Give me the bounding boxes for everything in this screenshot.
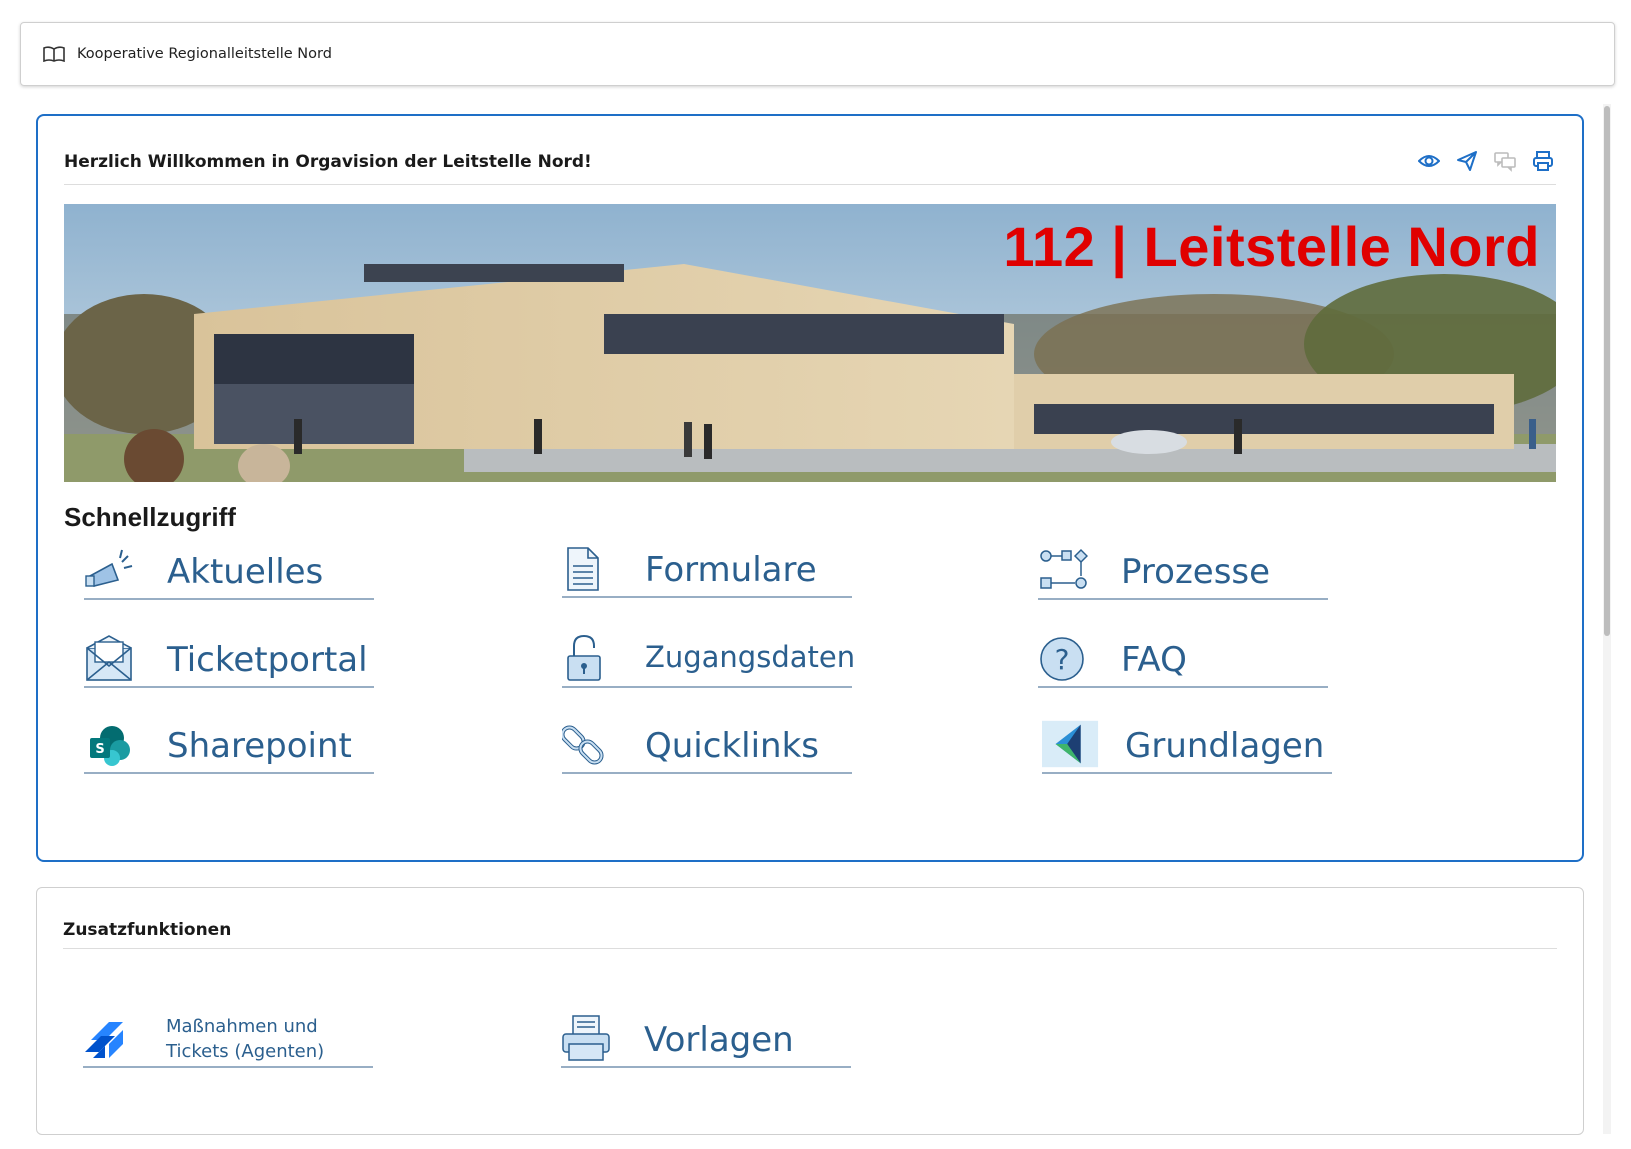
megaphone-icon (85, 549, 133, 587)
extras-panel-header: Zusatzfunktionen (63, 904, 1557, 949)
tile-label: Zugangsdaten (645, 640, 856, 674)
breadcrumb-title[interactable]: Kooperative Regionalleitstelle Nord (77, 46, 332, 62)
tile-label: Quicklinks (645, 726, 819, 766)
tile-label: FAQ (1121, 640, 1187, 680)
question-icon: ? (1040, 637, 1084, 681)
tile-label: Maßnahmen und Tickets (Agenten) (166, 1016, 325, 1062)
jira-icon (85, 1022, 123, 1058)
welcome-panel-header: Herzlich Willkommen in Orgavision der Le… (64, 136, 1556, 185)
chain-link-icon (562, 725, 604, 765)
svg-text:S: S (95, 742, 104, 757)
printer-template-icon (562, 1015, 610, 1061)
tile-label: Ticketportal (167, 640, 368, 680)
panel-actions (1418, 150, 1554, 172)
tile-vorlagen[interactable]: Vorlagen (561, 1010, 851, 1068)
scrollbar-thumb[interactable] (1604, 106, 1610, 636)
tile-formulare[interactable]: Formulare (562, 540, 852, 598)
breadcrumb-bar: Kooperative Regionalleitstelle Nord (20, 22, 1615, 86)
section-title: Schnellzugriff (64, 502, 236, 532)
welcome-panel: Herzlich Willkommen in Orgavision der Le… (36, 114, 1584, 862)
tile-massnahmen-tickets[interactable]: Maßnahmen und Tickets (Agenten) (83, 1010, 373, 1068)
welcome-title: Herzlich Willkommen in Orgavision der Le… (64, 152, 592, 172)
svg-text:?: ? (1055, 643, 1070, 676)
tile-zugangsdaten[interactable]: Zugangsdaten (562, 630, 856, 688)
envelope-icon (86, 635, 132, 681)
document-icon (567, 547, 599, 591)
comments-icon[interactable] (1494, 150, 1516, 172)
tile-label: Aktuelles (167, 552, 324, 592)
process-flow-icon (1040, 548, 1088, 589)
tile-quicklinks[interactable]: Quicklinks (562, 716, 852, 774)
send-icon[interactable] (1456, 150, 1478, 172)
tile-prozesse[interactable]: Prozesse (1038, 542, 1328, 600)
eye-icon[interactable] (1418, 150, 1440, 172)
tile-label: Grundlagen (1125, 726, 1325, 766)
tile-ticketportal[interactable]: Ticketportal (84, 630, 374, 688)
banner-title: 112 | Leitstelle Nord (1003, 215, 1540, 278)
lock-icon (567, 634, 601, 681)
tile-label: Sharepoint (167, 726, 352, 766)
print-icon[interactable] (1532, 150, 1554, 172)
tile-label: Formulare (645, 550, 817, 590)
banner-image: 112 | Leitstelle Nord (64, 204, 1556, 482)
tile-sharepoint[interactable]: S Sharepoint (84, 716, 374, 774)
extras-panel: Zusatzfunktionen Maßnahmen und Tickets (… (36, 887, 1584, 1135)
sharepoint-icon: S (90, 726, 130, 766)
tile-label: Vorlagen (644, 1020, 794, 1060)
tile-faq[interactable]: ? FAQ (1038, 630, 1328, 688)
book-icon (43, 46, 65, 62)
extras-title: Zusatzfunktionen (63, 920, 232, 940)
grundlagen-logo-icon (1042, 720, 1099, 768)
tile-aktuelles[interactable]: Aktuelles (84, 542, 374, 600)
tile-label: Prozesse (1121, 552, 1271, 592)
tile-grundlagen[interactable]: Grundlagen (1042, 716, 1332, 774)
